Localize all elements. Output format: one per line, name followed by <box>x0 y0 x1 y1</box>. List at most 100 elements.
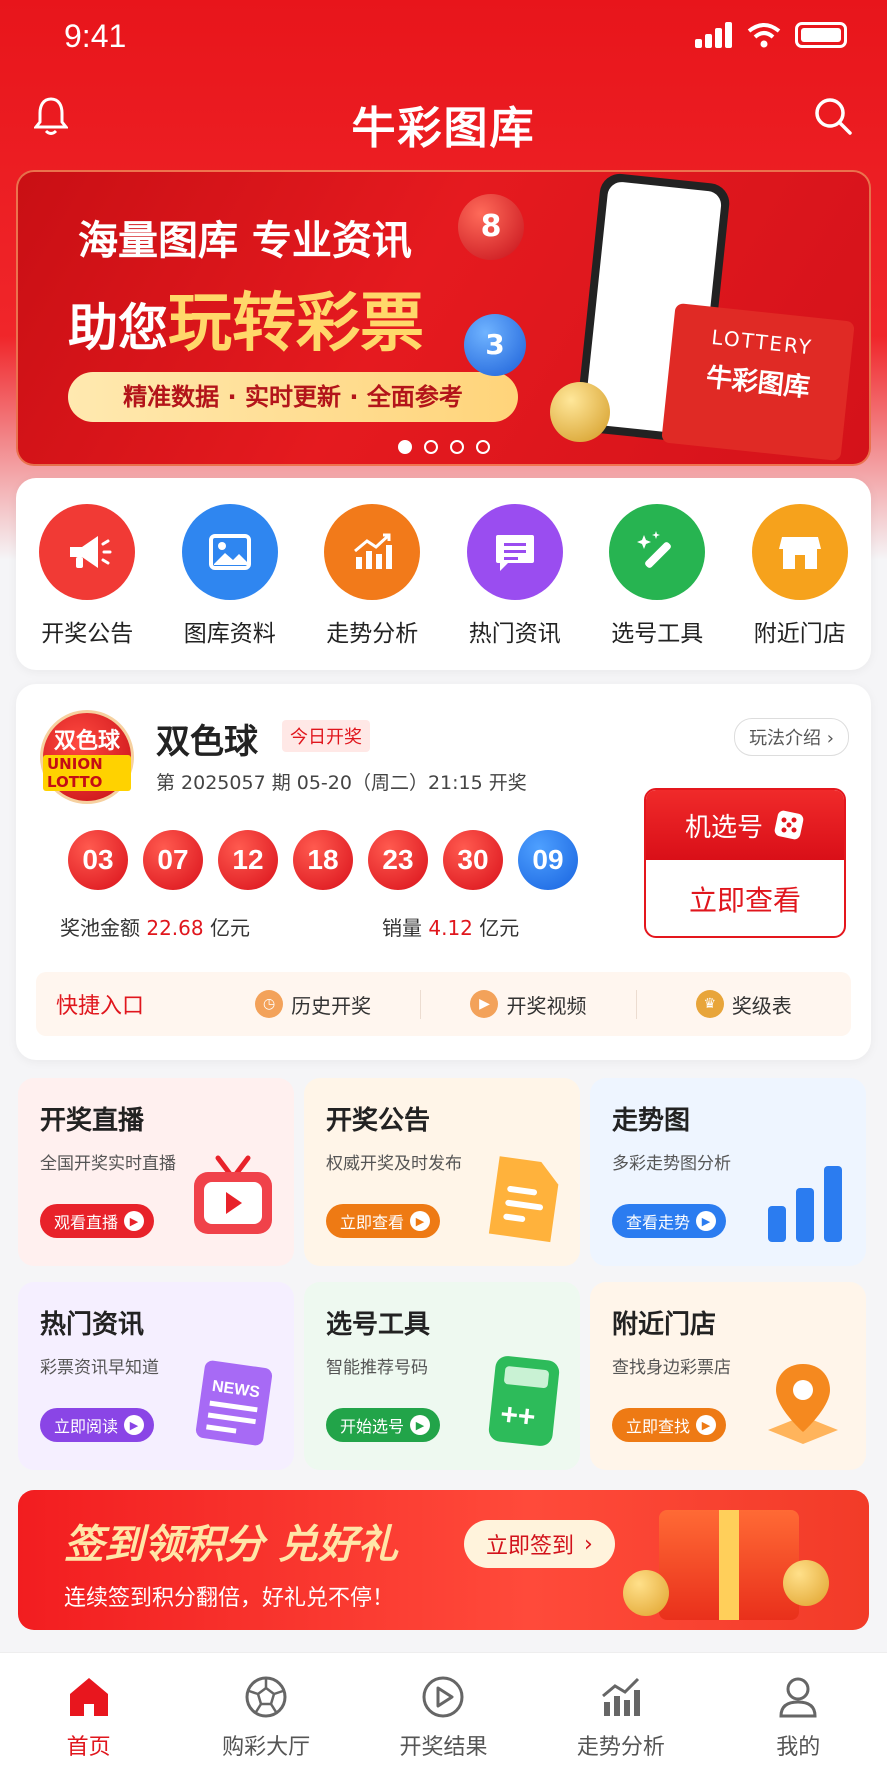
banner-line2-highlight: 玩转彩票 <box>168 287 424 361</box>
ball-eight-icon: 8 <box>458 194 524 260</box>
chevron-right-icon: ▶ <box>410 1415 431 1435</box>
tile-hot-news[interactable]: 热门资讯 彩票资讯早知道 立即阅读 ▶ NEWS <box>18 1282 294 1470</box>
svg-text:++: ++ <box>499 1398 537 1434</box>
megaphone-icon <box>39 504 136 600</box>
dice-icon <box>774 810 804 840</box>
tile-title: 选号工具 <box>326 1310 431 1340</box>
search-icon[interactable] <box>813 96 853 136</box>
tile-title: 走势图 <box>612 1106 691 1136</box>
message-icon <box>466 504 563 600</box>
tile-live-draw[interactable]: 开奖直播 全国开奖实时直播 观看直播 ▶ <box>18 1078 294 1266</box>
coin-icon <box>783 1560 829 1606</box>
ball-three-icon: 3 <box>464 314 526 376</box>
tab-trend-analysis[interactable]: 走势分析 <box>541 1671 701 1774</box>
clock-icon: ◷ <box>255 990 284 1018</box>
draw-issue: 第 2025057 期 05-20（周二）21:15 开奖 <box>156 772 527 794</box>
rules-link[interactable]: 玩法介绍 › <box>734 718 849 756</box>
sales-volume: 销量 4.12 亿元 <box>382 912 519 941</box>
checkin-subtitle: 连续签到积分翻倍，好礼兑不停！ <box>64 1586 395 1611</box>
red-ball: 30 <box>443 830 503 890</box>
pagination-dot[interactable] <box>475 440 490 454</box>
home-icon <box>69 1678 108 1716</box>
view-trend-button[interactable]: 查看走势 ▶ <box>612 1204 727 1238</box>
read-now-button[interactable]: 立即阅读 ▶ <box>40 1408 155 1442</box>
find-now-button[interactable]: 立即查找 ▶ <box>612 1408 727 1442</box>
red-ball: 23 <box>368 830 428 890</box>
quick-item-picker[interactable]: 选号工具 <box>592 504 722 648</box>
trophy-icon: ♛ <box>695 990 724 1018</box>
logo-text: 双色球 <box>53 729 120 754</box>
banner-line2-prefix: 助您 <box>68 299 168 357</box>
shortcut-label: 历史开奖 <box>291 993 372 1018</box>
promo-banner[interactable]: 海量图库 专业资讯 助您玩转彩票 精准数据 · 实时更新 · 全面参考 8 3 … <box>16 170 871 466</box>
battery-icon <box>795 22 847 48</box>
tab-label: 我的 <box>776 1735 821 1760</box>
chevron-right-icon: ▶ <box>124 1211 145 1231</box>
shortcut-prize-table[interactable]: ♛ 奖级表 <box>635 989 851 1019</box>
box-line2: 牛彩图库 <box>704 362 812 404</box>
lottery-name: 双色球 <box>156 722 258 762</box>
shortcut-label: 奖级表 <box>731 993 792 1018</box>
union-lotto-logo: 双色球 UNION LOTTO <box>40 710 134 804</box>
news-icon: NEWS <box>195 1360 273 1446</box>
tab-label: 开奖结果 <box>399 1735 488 1760</box>
winning-numbers: 03 07 12 18 23 30 09 <box>68 830 578 890</box>
tile-button-label: 查看走势 <box>626 1213 691 1232</box>
tile-announcement[interactable]: 开奖公告 权威开奖及时发布 立即查看 ▶ <box>304 1078 580 1266</box>
calculator-icon: ++ <box>488 1356 560 1446</box>
quick-item-news[interactable]: 热门资讯 <box>450 504 580 648</box>
store-icon <box>751 504 848 600</box>
quick-item-gallery[interactable]: 图库资料 <box>165 504 295 648</box>
checkin-button[interactable]: 立即签到 › <box>464 1520 615 1568</box>
bar-chart-icon <box>768 1166 842 1242</box>
pagination-dot[interactable] <box>449 440 464 454</box>
pagination-dot-active[interactable] <box>397 440 412 454</box>
checkin-banner[interactable]: 签到领积分 兑好礼 立即签到 › 连续签到积分翻倍，好礼兑不停！ <box>18 1490 869 1630</box>
blue-ball: 09 <box>518 830 578 890</box>
status-bar: 9:41 <box>0 0 887 80</box>
tab-profile[interactable]: 我的 <box>718 1671 878 1774</box>
tab-results[interactable]: 开奖结果 <box>363 1671 523 1774</box>
quick-item-trend[interactable]: 走势分析 <box>307 504 437 648</box>
wifi-icon <box>747 23 781 48</box>
tile-title: 开奖公告 <box>326 1106 431 1136</box>
view-now-button[interactable]: 立即查看 <box>646 860 844 936</box>
tab-home[interactable]: 首页 <box>9 1671 169 1774</box>
watch-live-button[interactable]: 观看直播 ▶ <box>40 1204 155 1238</box>
tile-trend-chart[interactable]: 走势图 多彩走势图分析 查看走势 ▶ <box>590 1078 866 1266</box>
machine-pick-label: 机选号 <box>684 812 763 843</box>
chart-icon <box>324 504 421 600</box>
tab-label: 走势分析 <box>576 1735 665 1760</box>
tile-button-label: 立即查找 <box>626 1417 691 1436</box>
status-icons <box>695 22 847 48</box>
sales-value: 4.12 <box>428 916 473 940</box>
quick-item-label: 热门资讯 <box>468 621 561 647</box>
view-announcement-button[interactable]: 立即查看 ▶ <box>326 1204 441 1238</box>
machine-pick-button[interactable]: 机选号 <box>646 790 844 860</box>
tile-number-picker[interactable]: 选号工具 智能推荐号码 开始选号 ▶ ++ <box>304 1282 580 1470</box>
pagination-dot[interactable] <box>423 440 438 454</box>
tile-nearby-stores[interactable]: 附近门店 查找身边彩票店 立即查找 ▶ <box>590 1282 866 1470</box>
draw-today-badge: 今日开奖 <box>282 720 370 752</box>
quick-item-announcement[interactable]: 开奖公告 <box>22 504 152 648</box>
shortcut-heading: 快捷入口 <box>56 994 145 1019</box>
magic-wand-icon <box>609 504 706 600</box>
banner-line2: 助您玩转彩票 <box>68 272 424 364</box>
prize-pool-value: 22.68 <box>146 916 204 940</box>
top-bar: 牛彩图库 <box>0 84 887 164</box>
banner-line1: 海量图库 专业资讯 <box>78 218 412 264</box>
quick-item-stores[interactable]: 附近门店 <box>735 504 865 648</box>
tab-lottery-hall[interactable]: 购彩大厅 <box>186 1671 346 1774</box>
lottery-card: 双色球 UNION LOTTO 双色球 今日开奖 玩法介绍 › 第 202505… <box>16 684 871 1060</box>
quick-menu: 开奖公告 图库资料 走势分析 热门资讯 选号工具 附近门店 <box>16 478 871 670</box>
start-picking-button[interactable]: 开始选号 ▶ <box>326 1408 441 1442</box>
bottom-tab-bar: 首页 购彩大厅 开奖结果 走势分析 我的 <box>0 1652 887 1774</box>
shortcut-video[interactable]: ▶ 开奖视频 <box>420 989 635 1019</box>
location-pin-icon <box>768 1364 838 1444</box>
shortcut-history[interactable]: ◷ 历史开奖 <box>206 990 420 1019</box>
prize-pool: 奖池金额 22.68 亿元 <box>60 912 250 941</box>
tab-label: 购彩大厅 <box>222 1735 311 1760</box>
banner-pagination[interactable] <box>0 440 887 454</box>
tile-title: 附近门店 <box>612 1310 717 1340</box>
tile-button-label: 立即阅读 <box>54 1417 119 1436</box>
